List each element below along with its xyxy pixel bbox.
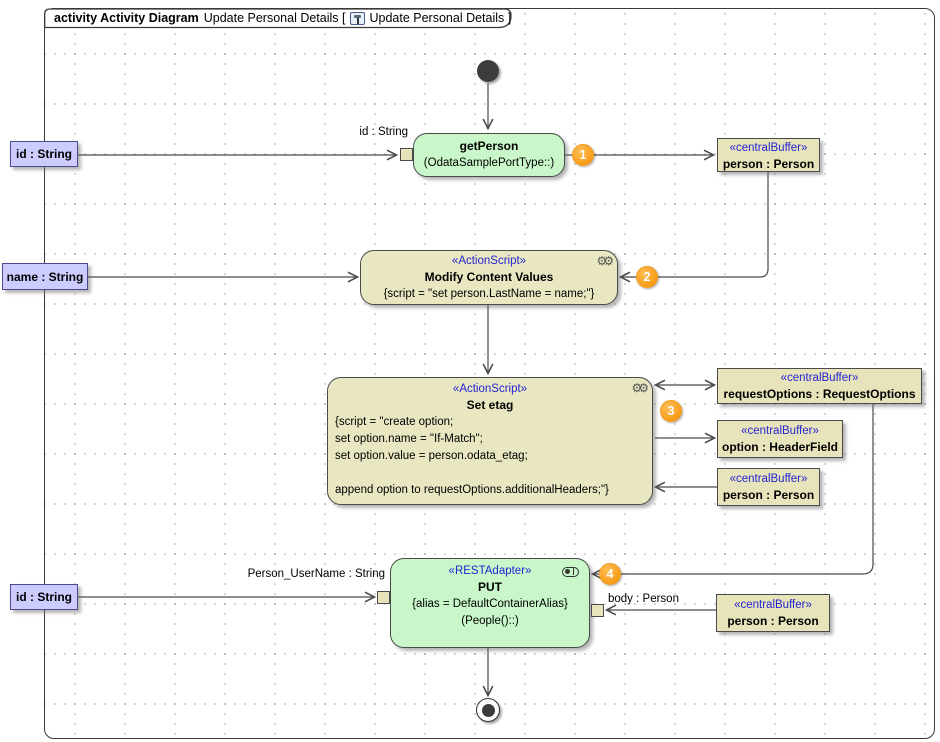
edge-persontop-to-modify[interactable] — [621, 172, 768, 277]
step-badge-2[interactable]: 2 — [636, 266, 658, 288]
buffer-stereotype: «centralBuffer» — [718, 370, 921, 386]
buffer-name: requestOptions : RequestOptions — [718, 386, 921, 402]
parameter-id-top[interactable]: id : String — [10, 141, 78, 167]
step-badge-3[interactable]: 3 — [660, 400, 682, 422]
action-title: PUT — [391, 579, 589, 596]
gears-icon: ⚙⚙ — [631, 381, 645, 395]
action-stereotype: «ActionScript» — [328, 381, 652, 397]
buffer-name: person : Person — [718, 156, 819, 172]
buffer-name: person : Person — [718, 487, 819, 503]
centralbuffer-requestoptions[interactable]: «centralBuffer» requestOptions : Request… — [717, 368, 922, 404]
action-title: Modify Content Values — [361, 269, 617, 286]
frame-title-after: Update Personal Details ] — [369, 10, 511, 26]
buffer-name: option : HeaderField — [718, 439, 842, 455]
action-getperson[interactable]: getPerson (OdataSamplePortType::) — [413, 133, 565, 177]
frame-tab-label: activity Activity Diagram Update Persona… — [54, 10, 511, 26]
input-pin-put-body[interactable] — [591, 604, 604, 617]
centralbuffer-person-bottom[interactable]: «centralBuffer» person : Person — [716, 594, 830, 632]
final-node-dot — [482, 704, 495, 717]
edge-label-person-username: Person_UserName : String — [225, 568, 385, 580]
action-operation: (People()::) — [391, 613, 589, 630]
edge-label-id-string: id : String — [300, 126, 408, 138]
buffer-stereotype: «centralBuffer» — [718, 471, 819, 487]
action-modify-content-values[interactable]: ⚙⚙ «ActionScript» Modify Content Values … — [360, 250, 618, 305]
input-pin-getperson-id[interactable] — [400, 148, 413, 161]
buffer-stereotype: «centralBuffer» — [717, 597, 829, 613]
parameter-name[interactable]: name : String — [2, 263, 88, 290]
buffer-stereotype: «centralBuffer» — [718, 423, 842, 439]
input-pin-put-username[interactable] — [377, 591, 390, 604]
activity-diagram-icon — [350, 12, 365, 25]
buffer-name: person : Person — [717, 613, 829, 629]
frame-kind-label: activity Activity Diagram — [54, 10, 199, 26]
script-line: {script = "create option; — [328, 414, 652, 431]
parameter-id-bottom[interactable]: id : String — [10, 584, 78, 610]
gears-icon: ⚙⚙ — [596, 254, 610, 268]
action-title: getPerson — [414, 138, 564, 155]
buffer-stereotype: «centralBuffer» — [718, 140, 819, 156]
action-put[interactable]: «RESTAdapter» PUT {alias = DefaultContai… — [390, 558, 590, 648]
script-line — [328, 465, 652, 482]
edge-label-body-person: body : Person — [608, 593, 698, 605]
initial-node[interactable] — [477, 60, 499, 82]
final-node[interactable] — [476, 698, 500, 722]
script-line: set option.value = person.odata_etag; — [328, 448, 652, 465]
rest-adapter-icon — [562, 567, 579, 577]
frame-title-before: Update Personal Details [ — [204, 10, 346, 26]
centralbuffer-option[interactable]: «centralBuffer» option : HeaderField — [717, 420, 843, 458]
script-line: append option to requestOptions.addition… — [328, 482, 652, 499]
action-alias: {alias = DefaultContainerAlias} — [391, 596, 589, 613]
action-stereotype: «ActionScript» — [361, 253, 617, 269]
action-script: {script = "set person.LastName = name;"} — [361, 286, 617, 303]
script-line: set option.name = "If-Match"; — [328, 431, 652, 448]
centralbuffer-person-mid[interactable]: «centralBuffer» person : Person — [717, 468, 820, 506]
step-badge-1[interactable]: 1 — [572, 144, 594, 166]
action-set-etag[interactable]: ⚙⚙ «ActionScript» Set etag {script = "cr… — [327, 377, 653, 505]
centralbuffer-person-top[interactable]: «centralBuffer» person : Person — [717, 138, 820, 172]
action-subtitle: (OdataSamplePortType::) — [414, 155, 564, 172]
action-stereotype: «RESTAdapter» — [391, 563, 589, 579]
activity-diagram-canvas: activity Activity Diagram Update Persona… — [0, 0, 940, 742]
step-badge-4[interactable]: 4 — [599, 563, 621, 585]
action-title: Set etag — [328, 397, 652, 414]
